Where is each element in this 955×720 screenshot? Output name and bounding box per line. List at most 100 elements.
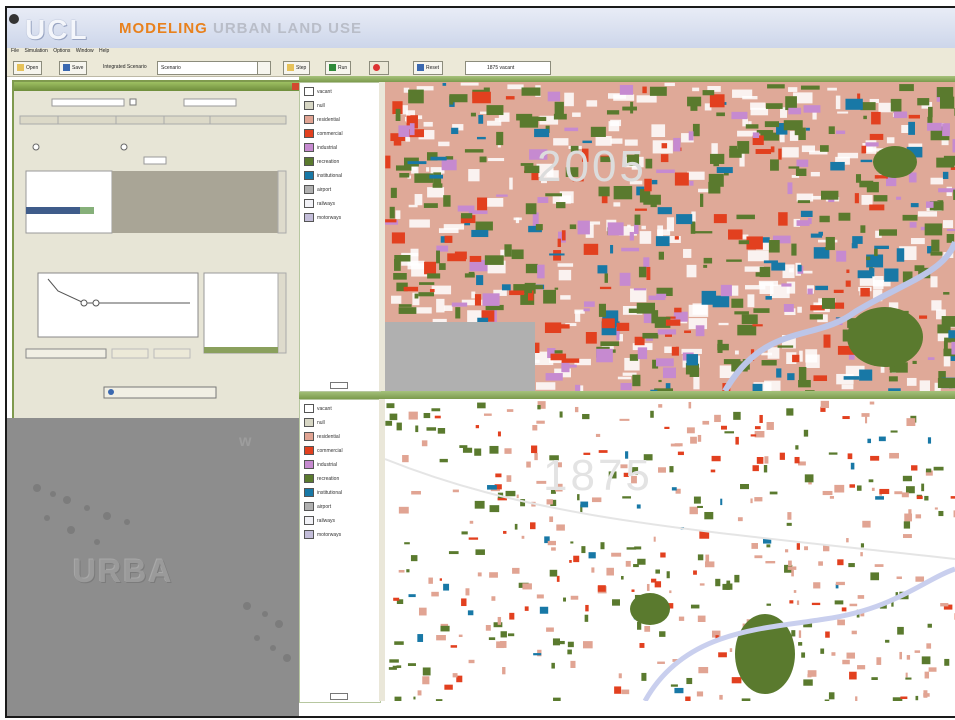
land-parcel	[850, 462, 855, 470]
land-parcel	[650, 389, 658, 391]
revert-button[interactable]	[153, 348, 191, 359]
land-parcel	[786, 522, 792, 526]
reset-button[interactable]: Reset	[413, 61, 444, 75]
land-parcel	[657, 329, 677, 335]
land-parcel	[557, 238, 561, 248]
legend-label: motorways	[317, 531, 342, 538]
legend-item[interactable]: null	[304, 101, 325, 110]
legend-item[interactable]: railways	[304, 516, 335, 525]
distance-field[interactable]	[143, 156, 167, 165]
land-parcel	[693, 496, 701, 504]
land-parcel	[685, 696, 691, 701]
close-icon[interactable]	[292, 83, 299, 90]
land-parcel	[666, 571, 670, 579]
scenario-select[interactable]: Scenario	[157, 61, 261, 75]
show-neighbourhood-button[interactable]	[103, 386, 217, 399]
land-parcel	[750, 434, 757, 437]
land-use-type-field[interactable]	[183, 98, 237, 107]
land-parcel	[915, 576, 925, 582]
land-parcel	[595, 433, 601, 437]
land-parcel	[819, 145, 829, 152]
legend-item[interactable]: railways	[304, 199, 335, 208]
land-parcel	[497, 431, 501, 437]
land-parcel	[633, 288, 647, 291]
land-parcel	[417, 690, 422, 696]
land-parcel	[530, 522, 536, 530]
land-parcel	[697, 554, 704, 561]
land-parcel	[797, 264, 802, 272]
land-parcel	[398, 304, 412, 307]
legend-item[interactable]: airport	[304, 502, 331, 511]
legend-item[interactable]: industrial	[304, 143, 337, 152]
land-parcel	[556, 575, 560, 582]
legend-item[interactable]: motorways	[304, 213, 341, 222]
step-button[interactable]: Step	[283, 61, 311, 75]
land-parcel	[461, 531, 468, 535]
legend-item[interactable]: commercial	[304, 446, 343, 455]
dialog-titlebar[interactable]	[14, 82, 301, 91]
apply-button[interactable]	[111, 348, 149, 359]
legend-item[interactable]: recreation	[304, 474, 339, 483]
land-parcel	[472, 91, 491, 104]
land-parcel	[803, 105, 821, 113]
influence-table[interactable]	[203, 272, 279, 354]
scenario-browse-button[interactable]	[257, 61, 271, 75]
legend-item[interactable]: recreation	[304, 157, 339, 166]
land-parcel	[792, 354, 800, 363]
radio-meters[interactable]	[32, 143, 40, 151]
menu-file[interactable]: File	[11, 48, 19, 54]
land-parcel	[674, 687, 684, 694]
legend-item[interactable]: institutional	[304, 488, 342, 497]
legend-item[interactable]: residential	[304, 432, 340, 441]
legend-item[interactable]: institutional	[304, 171, 342, 180]
run-button[interactable]: Run	[325, 61, 352, 75]
legend-item[interactable]: motorways	[304, 530, 341, 539]
menu-options[interactable]: Options	[53, 48, 70, 54]
land-parcel	[842, 416, 850, 420]
land-parcel	[521, 87, 541, 96]
land-parcel	[561, 362, 570, 373]
legend-scroll-handle[interactable]	[330, 382, 348, 389]
map-bottom-titlebar[interactable]	[299, 391, 955, 399]
tab-strip[interactable]	[19, 115, 287, 125]
land-parcel	[427, 273, 441, 279]
land-parcel	[914, 265, 925, 272]
legend-item[interactable]: vacant	[304, 87, 332, 96]
stop-button[interactable]	[369, 61, 389, 75]
map-1875[interactable]: 1875	[385, 399, 955, 701]
legend-swatch	[304, 474, 314, 483]
land-use-checkbox[interactable]	[129, 98, 137, 106]
land-use-field[interactable]	[51, 98, 125, 107]
influence-slider[interactable]	[204, 347, 278, 353]
legend-item[interactable]: residential	[304, 115, 340, 124]
menu-window[interactable]: Window	[76, 48, 94, 54]
weights-table[interactable]	[25, 170, 113, 234]
radio-cells[interactable]	[120, 143, 128, 151]
save-button[interactable]: Save	[59, 61, 88, 75]
legend-item[interactable]: vacant	[304, 404, 332, 413]
land-parcel	[653, 536, 656, 542]
land-parcel	[674, 236, 679, 240]
land-parcel	[752, 132, 760, 138]
land-parcel	[573, 555, 580, 563]
menu-simulation[interactable]: Simulation	[24, 48, 47, 54]
open-button[interactable]: Open	[13, 61, 43, 75]
legend-item[interactable]: commercial	[304, 129, 343, 138]
map-2005[interactable]: 2005	[385, 82, 955, 391]
legend-item[interactable]: airport	[304, 185, 331, 194]
land-parcel	[646, 266, 651, 280]
legend-item[interactable]: null	[304, 418, 325, 427]
land-parcel	[532, 424, 538, 431]
table-scrollbar[interactable]	[277, 170, 287, 234]
land-parcel	[471, 229, 489, 238]
land-parcel	[820, 400, 830, 409]
land-parcel	[423, 203, 438, 208]
menu-help[interactable]: Help	[99, 48, 109, 54]
land-parcel	[564, 127, 579, 132]
land-parcel	[719, 694, 723, 700]
influence-scrollbar[interactable]	[277, 272, 287, 354]
legend-item[interactable]: industrial	[304, 460, 337, 469]
legend-scroll-handle[interactable]	[330, 693, 348, 700]
options-button[interactable]	[25, 348, 107, 359]
land-parcel	[431, 408, 441, 412]
